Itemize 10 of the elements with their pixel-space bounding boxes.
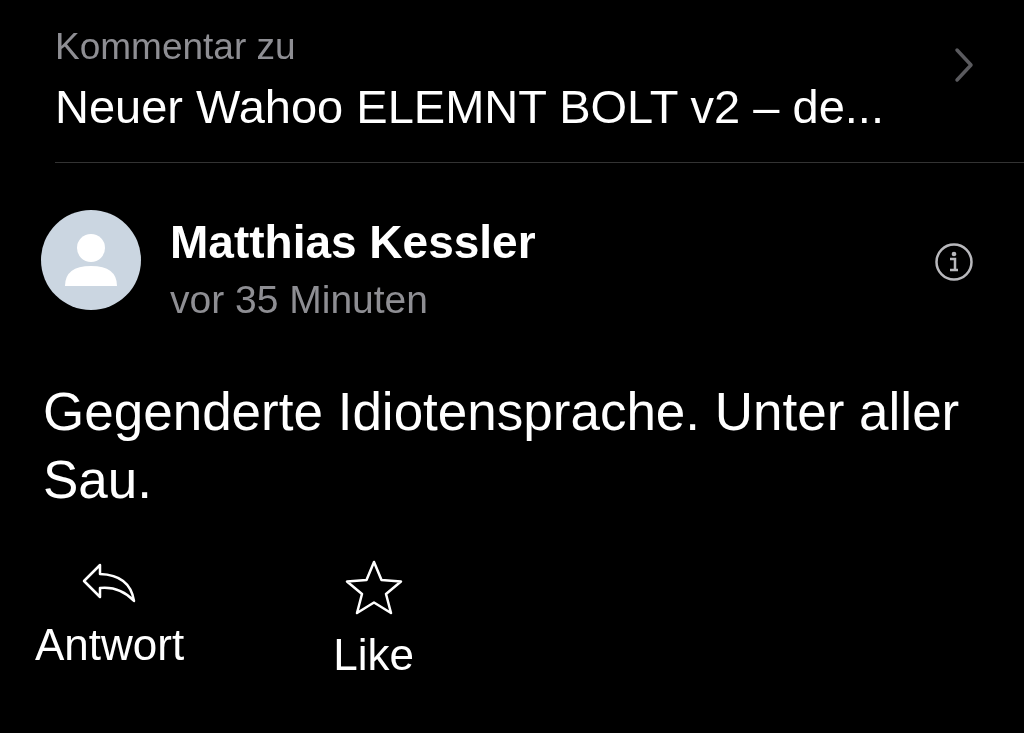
context-label: Kommentar zu xyxy=(55,25,297,69)
comment-time: vor 35 Minuten xyxy=(170,278,429,322)
like-button[interactable]: Like xyxy=(333,559,414,681)
article-title[interactable]: Neuer Wahoo ELEMNT BOLT v2 – de... xyxy=(55,79,954,135)
info-icon[interactable] xyxy=(934,242,974,282)
chevron-icon[interactable] xyxy=(954,47,974,83)
avatar-icon xyxy=(41,210,141,310)
author-name: Matthias Kessler xyxy=(170,216,537,268)
reply-button[interactable]: Antwort xyxy=(35,559,185,681)
comment-text: Gegenderte Idiotensprache. Unter aller Sau. xyxy=(43,381,961,511)
